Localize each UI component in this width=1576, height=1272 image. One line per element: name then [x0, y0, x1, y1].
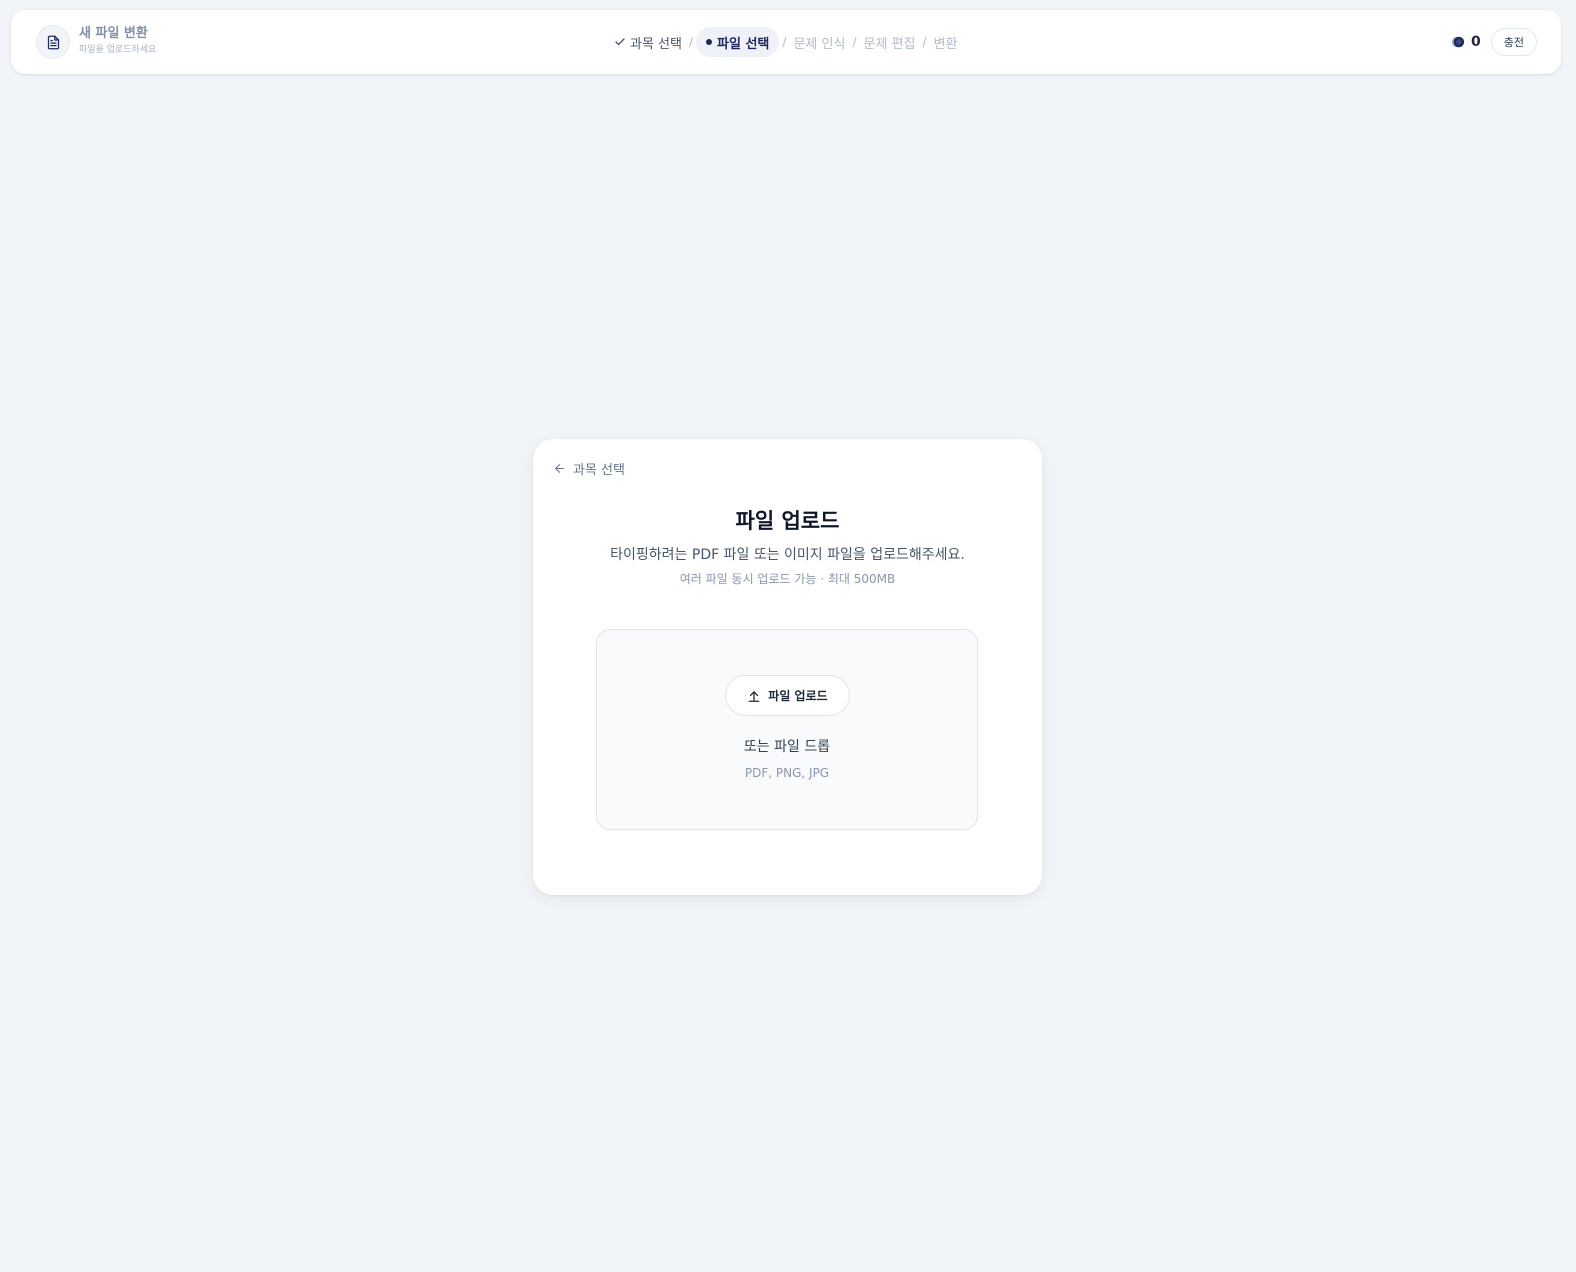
active-dot-icon	[706, 39, 713, 45]
step-subject-select[interactable]: 과목 선택	[610, 27, 686, 57]
step-label: 파일 선택	[717, 36, 770, 52]
page-subtitle: 파일을 업로드하세요	[79, 45, 157, 55]
upload-file-button[interactable]: 파일 업로드	[725, 675, 850, 716]
back-to-subject-link[interactable]: 과목 선택	[553, 459, 625, 478]
document-button[interactable]	[36, 25, 70, 59]
accepted-types: PDF, PNG, JPG	[744, 766, 830, 780]
file-dropzone[interactable]: 파일 업로드 또는 파일 드롭 PDF, PNG, JPG	[596, 629, 978, 830]
upload-icon	[748, 690, 760, 702]
coin-icon	[1451, 36, 1465, 48]
step-label: 문제 편집	[863, 36, 916, 52]
top-header: 새 파일 변환 파일을 업로드하세요 과목 선택 / 파일 선택 / 문제 인식…	[11, 10, 1561, 74]
drop-hint: 또는 파일 드롭	[743, 739, 831, 755]
step-problem-edit: 문제 편집	[859, 27, 919, 57]
step-label: 문제 인식	[793, 36, 846, 52]
page-title: 새 파일 변환	[79, 26, 148, 41]
header-title-block: 새 파일 변환 파일을 업로드하세요	[79, 25, 156, 57]
back-label: 과목 선택	[573, 463, 625, 478]
step-separator: /	[688, 35, 694, 49]
step-separator: /	[852, 35, 857, 49]
upload-description: 타이핑하려는 PDF 파일 또는 이미지 파일을 업로드해주세요.	[610, 547, 965, 563]
step-problem-recognition: 문제 인식	[789, 27, 849, 57]
step-convert: 변환	[930, 27, 962, 57]
charge-button[interactable]: 충전	[1490, 28, 1537, 56]
step-label: 변환	[933, 36, 958, 52]
step-label: 과목 선택	[630, 36, 682, 52]
check-icon	[615, 38, 625, 46]
document-icon	[47, 35, 59, 49]
upload-title: 파일 업로드	[735, 509, 840, 533]
step-separator: /	[782, 35, 787, 49]
step-breadcrumb: 과목 선택 / 파일 선택 / 문제 인식 / 문제 편집 / 변환	[610, 27, 961, 57]
credit-count: 0	[1471, 34, 1481, 50]
credits-area: 0 충전	[1451, 28, 1537, 56]
upload-card: 과목 선택 파일 업로드 타이핑하려는 PDF 파일 또는 이미지 파일을 업로…	[533, 439, 1042, 895]
upload-note: 여러 파일 동시 업로드 가능 · 최대 500MB	[679, 572, 896, 586]
step-file-select[interactable]: 파일 선택	[696, 27, 780, 57]
upload-button-label: 파일 업로드	[768, 689, 828, 703]
step-separator: /	[922, 35, 927, 49]
arrow-left-icon	[555, 464, 564, 473]
